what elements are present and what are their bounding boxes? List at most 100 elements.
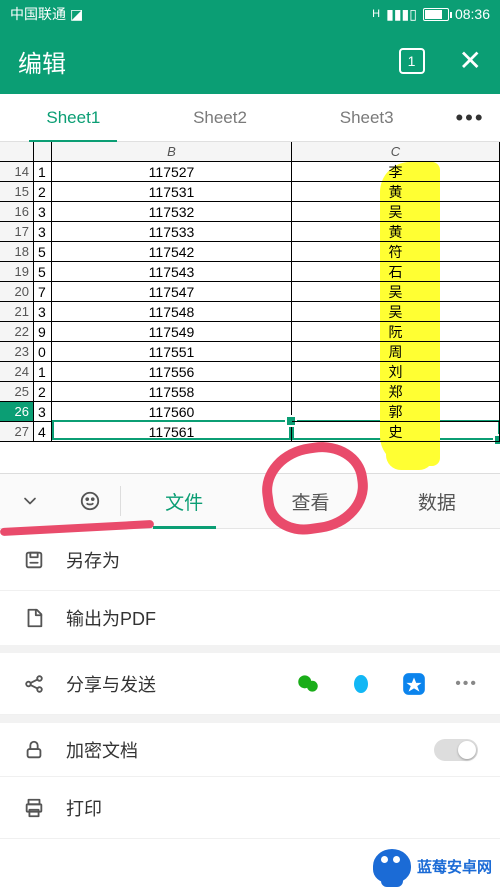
save-as-button[interactable]: 另存为 <box>0 529 500 591</box>
table-row[interactable]: 274117561史 <box>0 422 500 442</box>
cell[interactable]: 7 <box>34 282 52 302</box>
tab-data[interactable]: 数据 <box>374 474 500 528</box>
table-row[interactable]: 213117548吴 <box>0 302 500 322</box>
battery-icon <box>423 8 449 21</box>
sheet-tabs: Sheet1 Sheet2 Sheet3 ••• <box>0 94 500 142</box>
row-header[interactable]: 23 <box>0 342 34 362</box>
sheet-tab-2[interactable]: Sheet2 <box>147 94 294 141</box>
table-row[interactable]: 263117560郭 <box>0 402 500 422</box>
wechat-icon[interactable] <box>295 671 321 697</box>
encrypt-toggle[interactable] <box>434 739 478 761</box>
row-header[interactable]: 17 <box>0 222 34 242</box>
table-row[interactable]: 152117531黄 <box>0 182 500 202</box>
row-header[interactable]: 21 <box>0 302 34 322</box>
cell[interactable]: 史 <box>292 422 500 442</box>
cell[interactable]: 4 <box>34 422 52 442</box>
cell[interactable]: 3 <box>34 402 52 422</box>
print-button[interactable]: 打印 <box>0 777 500 839</box>
row-header[interactable]: 25 <box>0 382 34 402</box>
sheet-tab-3[interactable]: Sheet3 <box>293 94 440 141</box>
assistant-icon[interactable] <box>60 474 120 528</box>
cell[interactable]: 1 <box>34 362 52 382</box>
cell[interactable]: 117543 <box>52 262 292 282</box>
sheet-tab-1[interactable]: Sheet1 <box>0 94 147 141</box>
cell[interactable]: 阮 <box>292 322 500 342</box>
export-pdf-button[interactable]: 输出为PDF <box>0 591 500 653</box>
table-row[interactable]: 163117532吴 <box>0 202 500 222</box>
cell[interactable]: 3 <box>34 202 52 222</box>
row-header[interactable]: 26 <box>0 402 34 422</box>
collapse-button[interactable] <box>0 474 60 528</box>
close-button[interactable]: ✕ <box>459 47 482 75</box>
table-row[interactable]: 207117547吴 <box>0 282 500 302</box>
cell[interactable]: 117542 <box>52 242 292 262</box>
table-row[interactable]: 141117527李 <box>0 162 500 182</box>
cell[interactable]: 李 <box>292 162 500 182</box>
row-header[interactable]: 16 <box>0 202 34 222</box>
cell[interactable]: 117547 <box>52 282 292 302</box>
share-more-button[interactable]: ••• <box>455 675 478 693</box>
encrypt-button[interactable]: 加密文档 <box>0 715 500 777</box>
bottom-toolbar: 文件 查看 数据 <box>0 473 500 529</box>
tabs-button[interactable]: 1 <box>399 48 425 74</box>
cell[interactable]: 5 <box>34 262 52 282</box>
col-header-a[interactable] <box>34 142 52 162</box>
col-header-b[interactable]: B <box>52 142 292 162</box>
row-header[interactable]: 20 <box>0 282 34 302</box>
cell[interactable]: 刘 <box>292 362 500 382</box>
row-header[interactable]: 18 <box>0 242 34 262</box>
star-app-icon[interactable] <box>401 671 427 697</box>
cell[interactable]: 1 <box>34 162 52 182</box>
tab-view[interactable]: 查看 <box>247 474 373 528</box>
cell[interactable]: 2 <box>34 382 52 402</box>
table-row[interactable]: 252117558郑 <box>0 382 500 402</box>
cell[interactable]: 5 <box>34 242 52 262</box>
cell[interactable]: 117549 <box>52 322 292 342</box>
cell[interactable]: 吴 <box>292 282 500 302</box>
cell[interactable]: 吴 <box>292 302 500 322</box>
row-header[interactable]: 19 <box>0 262 34 282</box>
share-row[interactable]: 分享与发送 ••• <box>0 653 500 715</box>
spreadsheet-grid[interactable]: B C 141117527李152117531黄163117532吴173117… <box>0 142 500 442</box>
cell[interactable]: 3 <box>34 222 52 242</box>
qq-icon[interactable] <box>349 671 373 697</box>
cell[interactable]: 郭 <box>292 402 500 422</box>
cell[interactable]: 周 <box>292 342 500 362</box>
cell[interactable]: 吴 <box>292 202 500 222</box>
cell[interactable]: 0 <box>34 342 52 362</box>
cell[interactable]: 117533 <box>52 222 292 242</box>
cell[interactable]: 9 <box>34 322 52 342</box>
cell[interactable]: 117561 <box>52 422 292 442</box>
table-row[interactable]: 185117542符 <box>0 242 500 262</box>
tab-file[interactable]: 文件 <box>121 474 247 528</box>
row-header[interactable]: 15 <box>0 182 34 202</box>
cell[interactable]: 黄 <box>292 182 500 202</box>
cell[interactable]: 117551 <box>52 342 292 362</box>
cell[interactable]: 3 <box>34 302 52 322</box>
table-row[interactable]: 195117543石 <box>0 262 500 282</box>
save-icon <box>22 548 46 572</box>
row-header[interactable]: 27 <box>0 422 34 442</box>
table-row[interactable]: 230117551周 <box>0 342 500 362</box>
cell[interactable]: 117558 <box>52 382 292 402</box>
cell[interactable]: 117532 <box>52 202 292 222</box>
sheet-tabs-more-button[interactable]: ••• <box>440 94 500 141</box>
cell[interactable]: 117560 <box>52 402 292 422</box>
cell[interactable]: 117556 <box>52 362 292 382</box>
row-header[interactable]: 14 <box>0 162 34 182</box>
col-header-c[interactable]: C <box>292 142 500 162</box>
cell[interactable]: 117548 <box>52 302 292 322</box>
table-row[interactable]: 173117533黄 <box>0 222 500 242</box>
row-header[interactable]: 22 <box>0 322 34 342</box>
row-header[interactable]: 24 <box>0 362 34 382</box>
table-row[interactable]: 229117549阮 <box>0 322 500 342</box>
select-all-corner[interactable] <box>0 142 34 162</box>
table-row[interactable]: 241117556刘 <box>0 362 500 382</box>
cell[interactable]: 郑 <box>292 382 500 402</box>
cell[interactable]: 117531 <box>52 182 292 202</box>
cell[interactable]: 2 <box>34 182 52 202</box>
cell[interactable]: 黄 <box>292 222 500 242</box>
cell[interactable]: 117527 <box>52 162 292 182</box>
cell[interactable]: 符 <box>292 242 500 262</box>
cell[interactable]: 石 <box>292 262 500 282</box>
